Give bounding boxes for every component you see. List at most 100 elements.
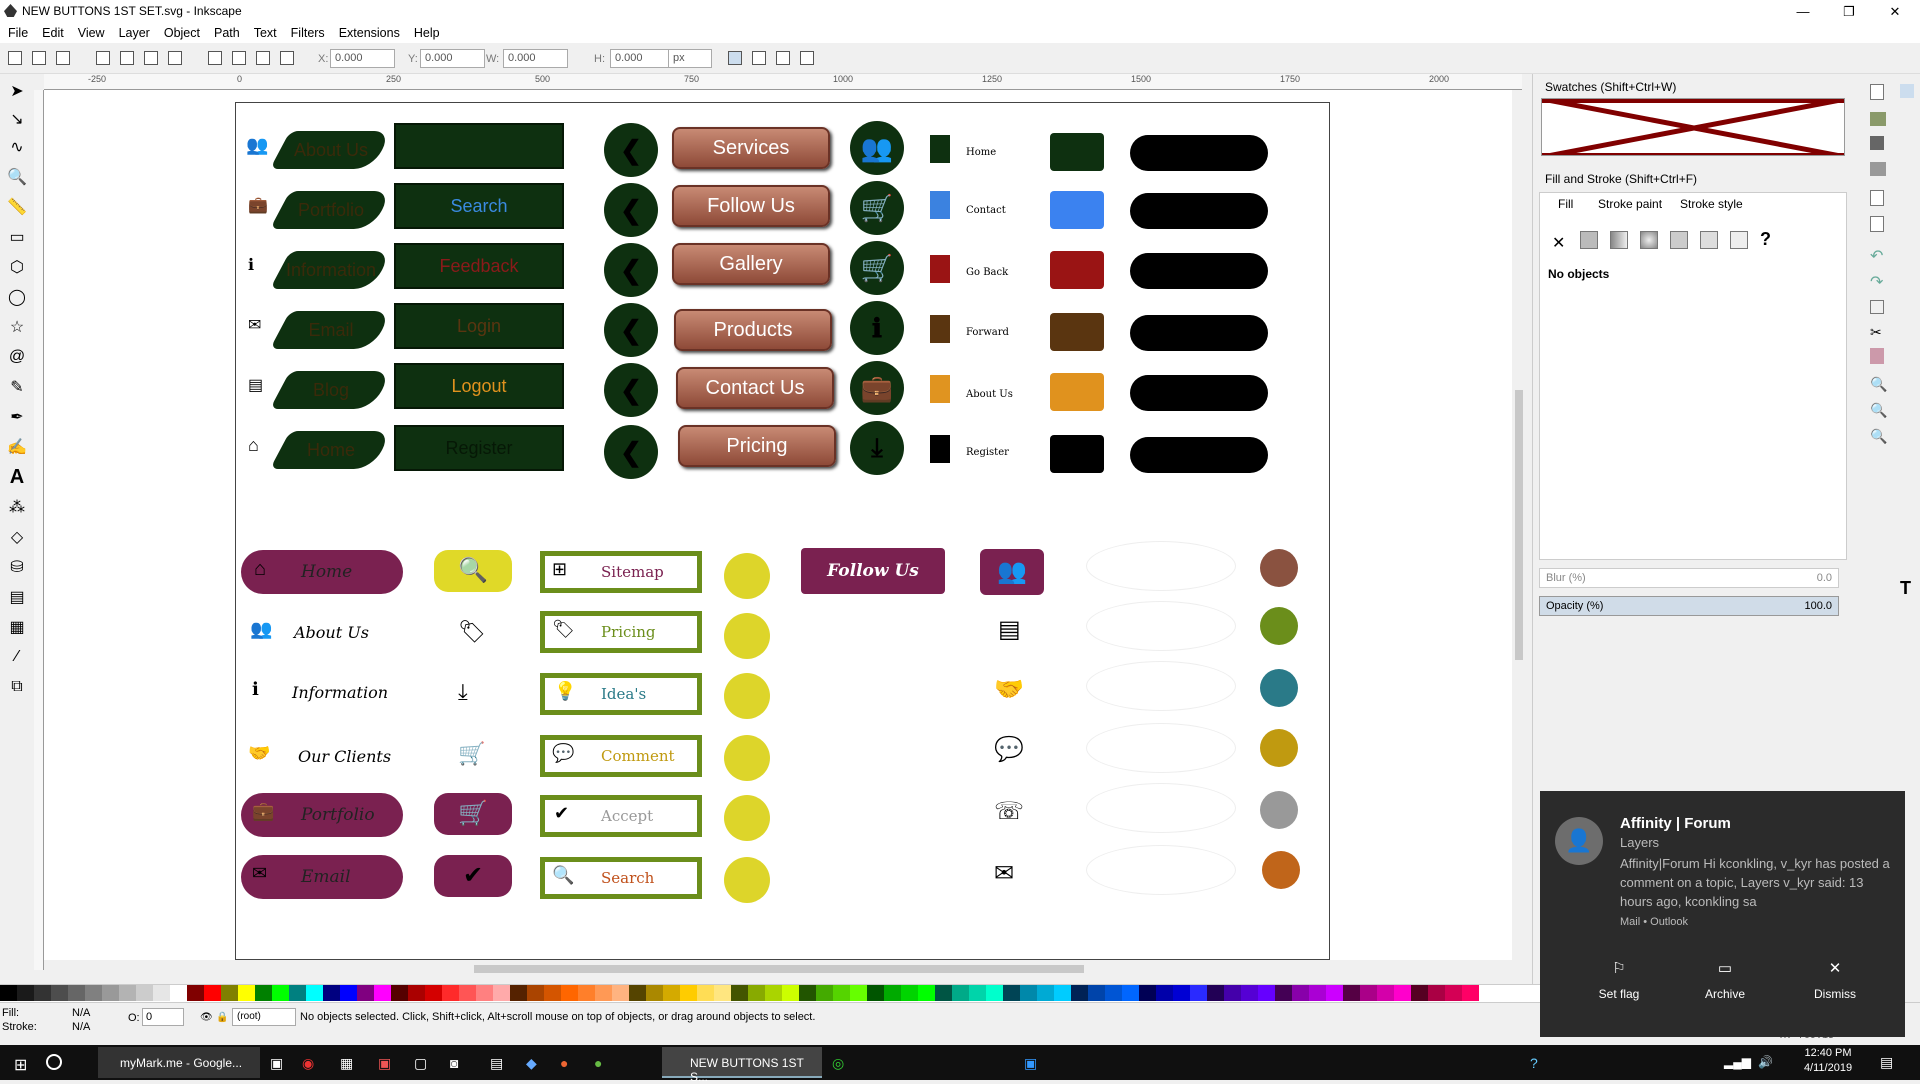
back-arrow-icon[interactable]: ❮	[604, 183, 658, 237]
palette-color-swatch[interactable]	[1139, 985, 1156, 1001]
palette-color-swatch[interactable]	[255, 985, 272, 1001]
design-tab-button[interactable]: Email	[269, 311, 393, 349]
briefcase-icon[interactable]: 💼	[850, 361, 904, 415]
price-tag-icon[interactable]: 🏷	[458, 619, 486, 645]
new-document-icon[interactable]	[1870, 84, 1884, 100]
palette-color-swatch[interactable]	[289, 985, 306, 1001]
vertical-scrollbar[interactable]	[1512, 90, 1526, 970]
palette-color-swatch[interactable]	[1190, 985, 1207, 1001]
palette-color-swatch[interactable]	[697, 985, 714, 1001]
maximize-button[interactable]: ❐	[1826, 0, 1872, 23]
small-square-button[interactable]	[930, 191, 950, 219]
palette-color-swatch[interactable]	[1462, 985, 1479, 1001]
palette-color-swatch[interactable]	[1224, 985, 1241, 1001]
deselect-icon[interactable]	[56, 51, 70, 65]
black-pill-button[interactable]	[1130, 315, 1268, 351]
palette-color-swatch[interactable]	[816, 985, 833, 1001]
palette-color-swatch[interactable]	[867, 985, 884, 1001]
color-swatch-box[interactable]	[1050, 373, 1104, 411]
palette-color-swatch[interactable]	[595, 985, 612, 1001]
palette-color-swatch[interactable]	[51, 985, 68, 1001]
palette-color-swatch[interactable]	[935, 985, 952, 1001]
palette-color-swatch[interactable]	[374, 985, 391, 1001]
people-icon[interactable]: 👥	[850, 121, 904, 175]
design-rect-button[interactable]: Login	[394, 303, 564, 349]
open-folder-icon[interactable]	[1870, 112, 1886, 126]
back-arrow-icon[interactable]: ❮	[604, 243, 658, 297]
design-tab-button[interactable]: Information	[269, 251, 393, 289]
ghost-oval-button[interactable]	[1086, 661, 1236, 711]
app-icon[interactable]: ◉	[302, 1055, 314, 1072]
menu-filters[interactable]: Filters	[291, 26, 325, 40]
w-field[interactable]: 0.000	[503, 49, 568, 68]
snap-toggle-icon[interactable]	[1900, 84, 1914, 98]
text-font-icon[interactable]: T	[1900, 578, 1911, 599]
palette-color-swatch[interactable]	[833, 985, 850, 1001]
palette-color-swatch[interactable]	[1411, 985, 1428, 1001]
palette-color-swatch[interactable]	[629, 985, 646, 1001]
design-pill-button[interactable]: Contact Us	[676, 367, 834, 409]
color-swatch-box[interactable]	[1050, 435, 1104, 473]
calligraphy-tool-icon[interactable]: ✍	[6, 436, 28, 458]
horizontal-scrollbar[interactable]	[44, 962, 1524, 976]
tab-stroke-paint[interactable]: Stroke paint	[1598, 197, 1662, 211]
pattern-icon[interactable]	[1700, 231, 1718, 249]
palette-color-swatch[interactable]	[0, 985, 17, 1001]
mesh-gradient-icon[interactable]	[1670, 231, 1688, 249]
print-icon[interactable]	[1870, 162, 1886, 176]
ghost-oval-button[interactable]	[1086, 783, 1236, 833]
menu-file[interactable]: File	[8, 26, 28, 40]
menu-extensions[interactable]: Extensions	[339, 26, 400, 40]
photoshop-icon[interactable]: ▣	[1024, 1055, 1037, 1072]
cut-icon[interactable]: ✂	[1870, 324, 1882, 341]
design-pill-button[interactable]: Gallery	[672, 243, 830, 285]
palette-color-swatch[interactable]	[459, 985, 476, 1001]
redo-icon[interactable]: ↷	[1870, 272, 1883, 292]
dropper-tool-icon[interactable]: ⁄	[6, 646, 28, 668]
design-rect-button[interactable]	[394, 123, 564, 169]
tab-stroke-style[interactable]: Stroke style	[1680, 197, 1743, 211]
back-arrow-icon[interactable]: ❮	[604, 303, 658, 357]
y-field[interactable]: 0.000	[420, 49, 485, 68]
volume-icon[interactable]: 🔊	[1758, 1055, 1773, 1069]
chat-bubble-icon[interactable]: 💬	[994, 735, 1024, 764]
palette-color-swatch[interactable]	[68, 985, 85, 1001]
palette-color-swatch[interactable]	[646, 985, 663, 1001]
save-icon[interactable]	[1870, 136, 1884, 150]
color-swatch-box[interactable]	[1050, 191, 1104, 229]
design-pill-button[interactable]: Services	[672, 127, 830, 169]
palette-color-swatch[interactable]	[1445, 985, 1462, 1001]
ellipse-tool-icon[interactable]: ◯	[6, 286, 28, 308]
text-tool-icon[interactable]: A	[6, 466, 28, 488]
cart-check-icon[interactable]: 🛒	[458, 741, 485, 767]
palette-color-swatch[interactable]	[1173, 985, 1190, 1001]
palette-color-swatch[interactable]	[748, 985, 765, 1001]
yellow-circle-button[interactable]	[724, 735, 770, 781]
lower-icon[interactable]	[232, 51, 246, 65]
palette-color-swatch[interactable]	[1309, 985, 1326, 1001]
palette-color-swatch[interactable]	[612, 985, 629, 1001]
minimize-button[interactable]: —	[1780, 0, 1826, 23]
rotate-cw-icon[interactable]	[120, 51, 134, 65]
palette-color-swatch[interactable]	[969, 985, 986, 1001]
black-pill-button[interactable]	[1130, 253, 1268, 289]
palette-color-swatch[interactable]	[1088, 985, 1105, 1001]
back-arrow-icon[interactable]: ❮	[604, 363, 658, 417]
rotate-ccw-icon[interactable]	[96, 51, 110, 65]
phone-icon[interactable]: ☏	[994, 797, 1024, 826]
opacity-slider[interactable]: Opacity (%) 100.0	[1539, 596, 1839, 616]
black-pill-button[interactable]	[1130, 437, 1268, 473]
palette-color-swatch[interactable]	[1241, 985, 1258, 1001]
palette-color-swatch[interactable]	[1156, 985, 1173, 1001]
palette-color-swatch[interactable]	[884, 985, 901, 1001]
info-icon[interactable]: ℹ	[850, 301, 904, 355]
small-square-button[interactable]	[930, 135, 950, 163]
palette-color-swatch[interactable]	[1360, 985, 1377, 1001]
help-icon[interactable]: ?	[1530, 1055, 1538, 1071]
email-at-icon[interactable]: ✉	[994, 859, 1014, 888]
zoom-page-icon[interactable]: 🔍	[1870, 428, 1887, 445]
tweak-tool-icon[interactable]: ∿	[6, 136, 28, 158]
paste-icon[interactable]	[1870, 348, 1884, 364]
color-swatch-box[interactable]	[1050, 133, 1104, 171]
palette-color-swatch[interactable]	[731, 985, 748, 1001]
